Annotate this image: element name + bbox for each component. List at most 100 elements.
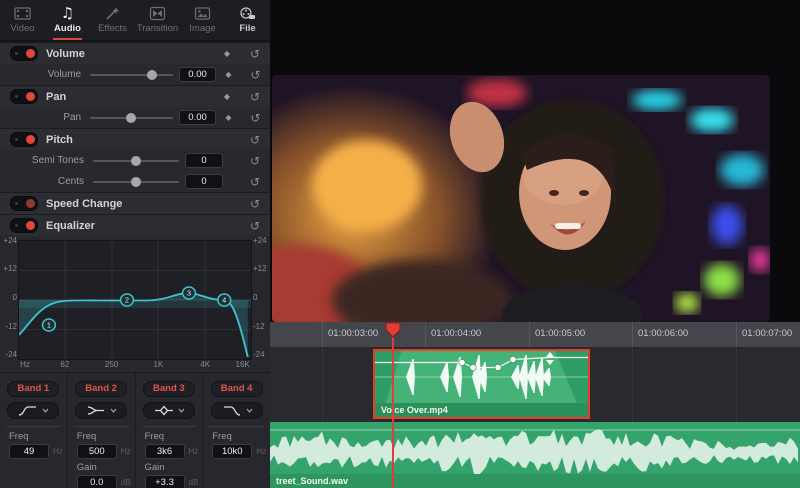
band1-filter-select[interactable] [7,402,59,419]
clip-voice-over[interactable]: Voice Over.mp4 [373,349,590,419]
band3-filter-select[interactable] [143,402,195,419]
freq-label: Freq [145,431,203,442]
eq-band4-column: Band 4 Freq 10k0 Hz [202,373,270,488]
band2-filter-select[interactable] [75,402,127,419]
semi-tones-value[interactable]: 0 [185,153,223,168]
pan-value[interactable]: 0.00 [179,110,216,125]
equalizer-section-header[interactable]: Equalizer ↺ [0,214,270,236]
keyframe-icon[interactable]: ◆ [214,92,240,101]
divider [209,426,264,427]
reset-icon[interactable]: ↺ [240,154,270,168]
ruler-tick [529,322,530,347]
tab-label: Video [10,23,34,34]
tab-label: File [239,23,255,34]
pan-row: Pan 0.00 ◆ ↺ [0,107,270,128]
pitch-toggle[interactable] [10,132,38,147]
reset-icon[interactable]: ↺ [241,111,270,125]
tab-file[interactable]: File [225,0,270,40]
equalizer-title: Equalizer [46,220,95,232]
reset-icon[interactable]: ↺ [240,90,270,104]
tab-image[interactable]: Image [180,0,225,40]
inspector-tab-bar: Video ♫ Audio Effects Transition [0,0,270,42]
freq-label: Freq [9,431,67,442]
keyframe-icon[interactable]: ◆ [216,70,241,79]
band1-button[interactable]: Band 1 [7,381,59,397]
volume-value[interactable]: 0.00 [179,67,216,82]
reset-icon[interactable]: ↺ [240,133,270,147]
reset-icon[interactable]: ↺ [240,47,270,61]
tab-transition[interactable]: Transition [135,0,180,40]
band2-button[interactable]: Band 2 [75,381,127,397]
eq-plot-area[interactable]: 1 2 3 4 [18,240,252,360]
volume-section-header[interactable]: Volume ◆ ↺ [0,42,270,64]
cents-row: Cents 0 ↺ [0,171,270,192]
clip-street-sound[interactable]: treet_Sound.wav [270,422,800,488]
semi-tones-label: Semi Tones [0,155,93,166]
freq-unit: Hz [256,447,266,456]
semi-tones-row: Semi Tones 0 ↺ [0,150,270,171]
low-shelf-filter-icon [85,404,107,417]
timecode-label: 01:00:07:00 [742,328,792,339]
band3-freq-value[interactable]: 3k6 [145,444,185,459]
equalizer-graph[interactable]: +24 +12 0 -12 -24 +24 +12 0 -12 -24 [0,236,270,372]
freq-unit: Hz [189,447,199,456]
band2-gain-value[interactable]: 0.0 [77,475,117,488]
band3-button[interactable]: Band 3 [143,381,195,397]
reset-icon[interactable]: ↺ [240,197,270,211]
timeline-ruler[interactable]: 01:00:03:00 01:00:04:00 01:00:05:00 01:0… [270,322,800,348]
reset-icon[interactable]: ↺ [241,68,270,82]
ruler-tick [736,322,737,347]
pan-section-header[interactable]: Pan ◆ ↺ [0,85,270,107]
freq-unit: Hz [53,447,63,456]
video-preview[interactable] [272,75,770,322]
band4-freq-value[interactable]: 10k0 [212,444,252,459]
tab-audio[interactable]: ♫ Audio [45,0,90,40]
music-note-icon: ♫ [61,6,74,21]
volume-row-label: Volume [0,69,90,80]
playhead-line[interactable] [392,322,394,488]
band1-freq-value[interactable]: 49 [9,444,49,459]
tab-label: Transition [137,23,178,34]
volume-slider[interactable] [90,69,173,81]
tab-effects[interactable]: Effects [90,0,135,40]
voice-waveform [375,351,588,403]
clip-name-label: treet_Sound.wav [270,474,800,488]
pan-toggle[interactable] [10,89,38,104]
eq-xtick: 16K [236,360,250,369]
band4-button[interactable]: Band 4 [211,381,263,397]
reset-icon[interactable]: ↺ [240,219,270,233]
keyframe-icon[interactable]: ◆ [216,113,241,122]
eq-ytick: -24 [1,350,17,359]
chevron-down-icon [110,408,117,413]
magic-wand-icon [104,6,121,21]
semi-tones-slider[interactable] [93,155,179,167]
speed-change-toggle[interactable] [10,196,38,211]
keyframe-icon[interactable]: ◆ [214,49,240,58]
band4-filter-select[interactable] [211,402,263,419]
bell-filter-icon [153,404,175,417]
timeline-tracks[interactable]: Voice Over.mp4 treet_Sound.wav [270,347,800,488]
pitch-section-header[interactable]: Pitch ↺ [0,128,270,150]
tab-label: Audio [54,23,81,34]
tab-video[interactable]: Video [0,0,45,40]
timecode-label: 01:00:04:00 [431,328,481,339]
speed-change-section-header[interactable]: Speed Change ↺ [0,192,270,214]
eq-xtick: 62 [60,360,69,369]
band2-freq-value[interactable]: 500 [77,444,117,459]
band3-gain-value[interactable]: +3.3 [145,475,185,488]
pan-row-label: Pan [0,112,90,123]
reset-icon[interactable]: ↺ [240,175,270,189]
cents-value[interactable]: 0 [185,174,223,189]
svg-text:3: 3 [187,289,191,298]
cents-label: Cents [0,176,93,187]
volume-toggle[interactable] [10,46,38,61]
chevron-down-icon [178,408,185,413]
playhead-head[interactable] [384,322,402,338]
equalizer-toggle[interactable] [10,218,38,233]
eq-ytick: +12 [253,264,269,273]
eq-ytick: +24 [1,236,17,245]
viewer-and-timeline-area: 01:00:03:00 01:00:04:00 01:00:05:00 01:0… [270,0,800,488]
chevron-down-icon [42,408,49,413]
pan-slider[interactable] [90,112,173,124]
cents-slider[interactable] [93,176,179,188]
